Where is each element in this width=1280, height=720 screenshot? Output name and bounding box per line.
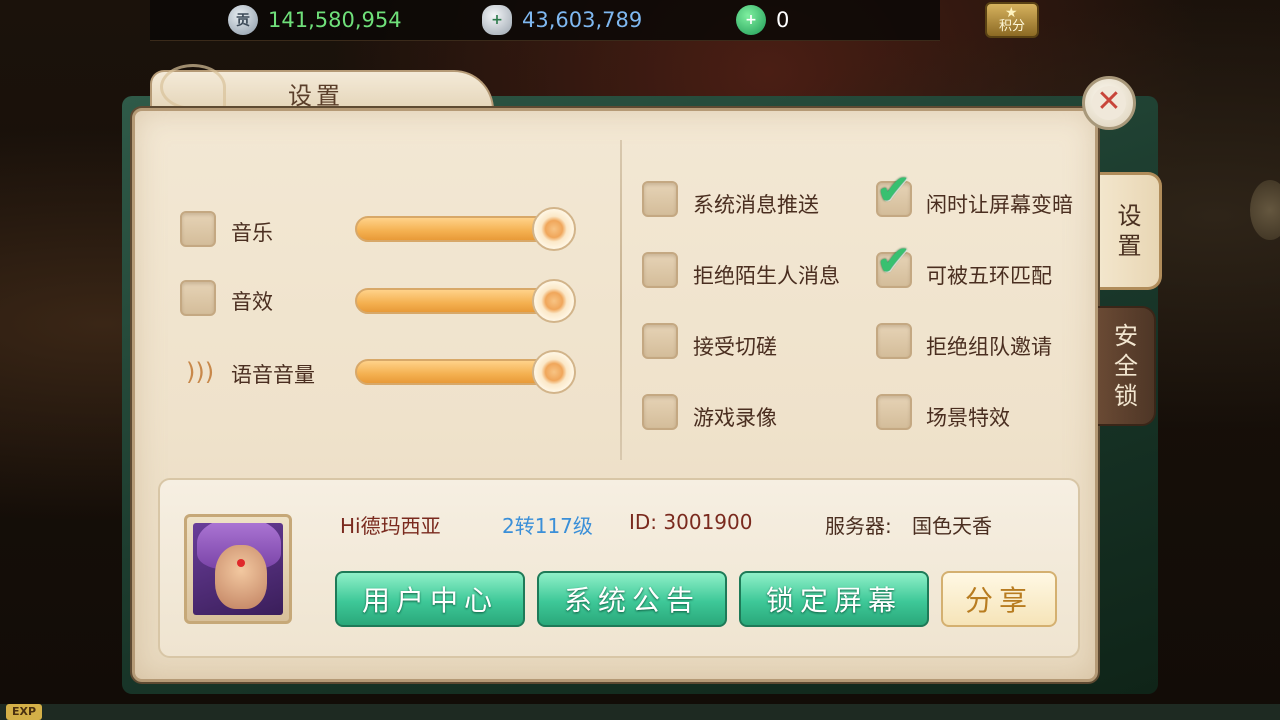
sound-effects-slider-knob[interactable] [532,279,576,323]
star-icon: ★ [1005,5,1018,21]
player-info-card [158,478,1080,658]
voice-volume-slider-knob[interactable] [532,350,576,394]
exp-bar [0,704,1280,720]
server-name: 国色天香 [912,514,992,538]
system-push-checkbox[interactable] [642,181,678,217]
avatar-face [215,545,267,609]
tab-security-lock[interactable]: 安 全 锁 [1098,306,1156,426]
music-checkbox[interactable] [180,211,216,247]
music-label: 音乐 [231,221,273,245]
accept-duel-label: 接受切磋 [693,335,777,359]
jade-currency[interactable]: + 0 [736,4,789,36]
server-label: 服务器: [825,514,892,538]
gong-coin-icon: 贡 [228,5,258,35]
user-center-button[interactable]: 用户中心 [335,571,525,627]
announcement-button[interactable]: 系统公告 [537,571,727,627]
scene-effects-label: 场景特效 [926,406,1010,430]
avatar-portrait [193,523,283,615]
accept-duel-checkbox[interactable] [642,323,678,359]
voice-volume-icon: ))) [186,358,215,386]
avatar-forehead-gem [237,559,245,567]
lock-screen-button[interactable]: 锁定屏幕 [739,571,929,627]
tab-settings-label: 设 置 [1117,202,1142,260]
sound-effects-label: 音效 [231,290,273,314]
reject-team-invite-checkbox[interactable] [876,323,912,359]
cloud-ornament-icon [160,64,226,110]
player-id: ID: 3001900 [629,510,753,534]
silver-ingot-icon[interactable]: + [482,5,512,35]
music-slider-knob[interactable] [532,207,576,251]
sound-effects-checkbox[interactable] [180,280,216,316]
panel-title: 设置 [288,82,344,110]
column-divider [620,140,622,460]
jade-coin-icon[interactable]: + [736,5,766,35]
system-push-label: 系统消息推送 [693,193,819,217]
gong-value: 141,580,954 [268,8,402,32]
close-button[interactable]: ✕ [1082,76,1136,130]
five-ring-match-checkbox[interactable]: ✔ [876,240,912,288]
game-recording-checkbox[interactable] [642,394,678,430]
reject-strangers-checkbox[interactable] [642,252,678,288]
scene-effects-checkbox[interactable] [876,394,912,430]
jade-value: 0 [776,8,790,32]
player-name: Hi德玛西亚 [340,514,441,538]
game-recording-label: 游戏录像 [693,406,777,430]
silver-value: 43,603,789 [522,8,643,32]
checkmark-icon: ✔ [876,165,912,214]
avatar[interactable] [184,514,292,624]
tab-security-lock-label: 安 全 锁 [1114,322,1138,410]
close-icon: ✕ [1092,86,1126,120]
dim-screen-checkbox[interactable]: ✔ [876,169,912,217]
silver-currency[interactable]: + 43,603,789 [482,4,642,36]
five-ring-match-label: 可被五环匹配 [926,264,1052,288]
gong-currency: 贡 141,580,954 [228,4,402,36]
tab-settings[interactable]: 设 置 [1100,172,1162,290]
checkmark-icon: ✔ [876,236,912,285]
share-button[interactable]: 分享 [941,571,1057,627]
player-level: 2转117级 [502,514,593,538]
dim-screen-label: 闲时让屏幕变暗 [926,193,1073,217]
reject-team-invite-label: 拒绝组队邀请 [926,335,1052,359]
reject-strangers-label: 拒绝陌生人消息 [693,264,840,288]
jifen-button[interactable]: ★ 积分 [985,2,1039,38]
exp-label: EXP [6,704,43,720]
voice-volume-label: 语音音量 [231,363,315,387]
